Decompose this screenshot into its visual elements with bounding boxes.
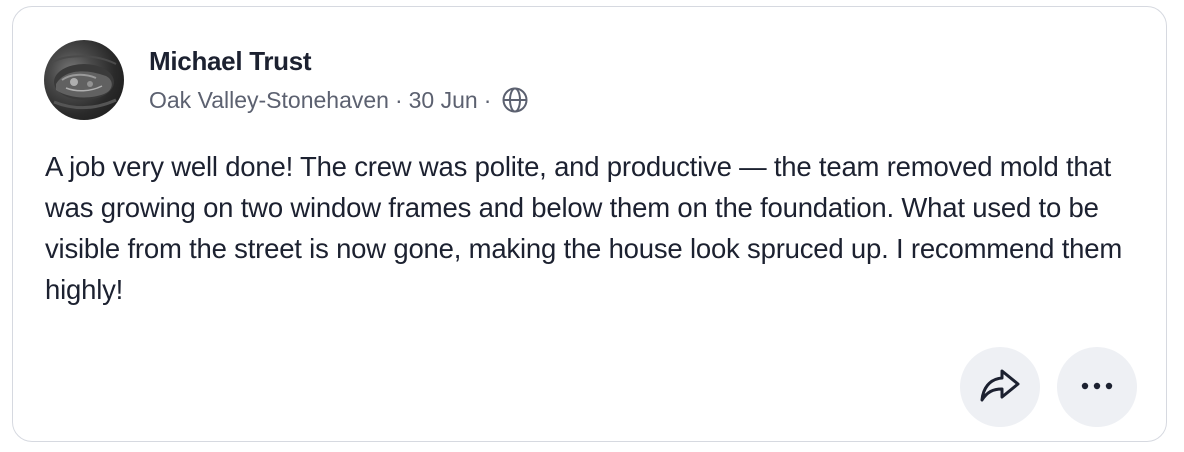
- more-dots-icon: [1079, 378, 1115, 396]
- review-date: 30 Jun: [408, 86, 478, 113]
- more-options-button[interactable]: [1057, 347, 1137, 427]
- globe-icon: [501, 86, 529, 114]
- author-name[interactable]: Michael Trust: [149, 46, 312, 77]
- avatar-image: [51, 55, 117, 110]
- share-button[interactable]: [960, 347, 1040, 427]
- share-arrow-icon: [978, 365, 1022, 410]
- review-card: Michael Trust Oak Valley-Stonehaven · 30…: [12, 6, 1167, 442]
- avatar[interactable]: [44, 40, 124, 120]
- meta-separator: ·: [483, 86, 492, 113]
- location-label: Oak Valley-Stonehaven: [149, 86, 389, 113]
- review-meta: Oak Valley-Stonehaven · 30 Jun ·: [149, 85, 529, 115]
- meta-separator: ·: [394, 86, 403, 113]
- review-text: A job very well done! The crew was polit…: [45, 151, 1123, 305]
